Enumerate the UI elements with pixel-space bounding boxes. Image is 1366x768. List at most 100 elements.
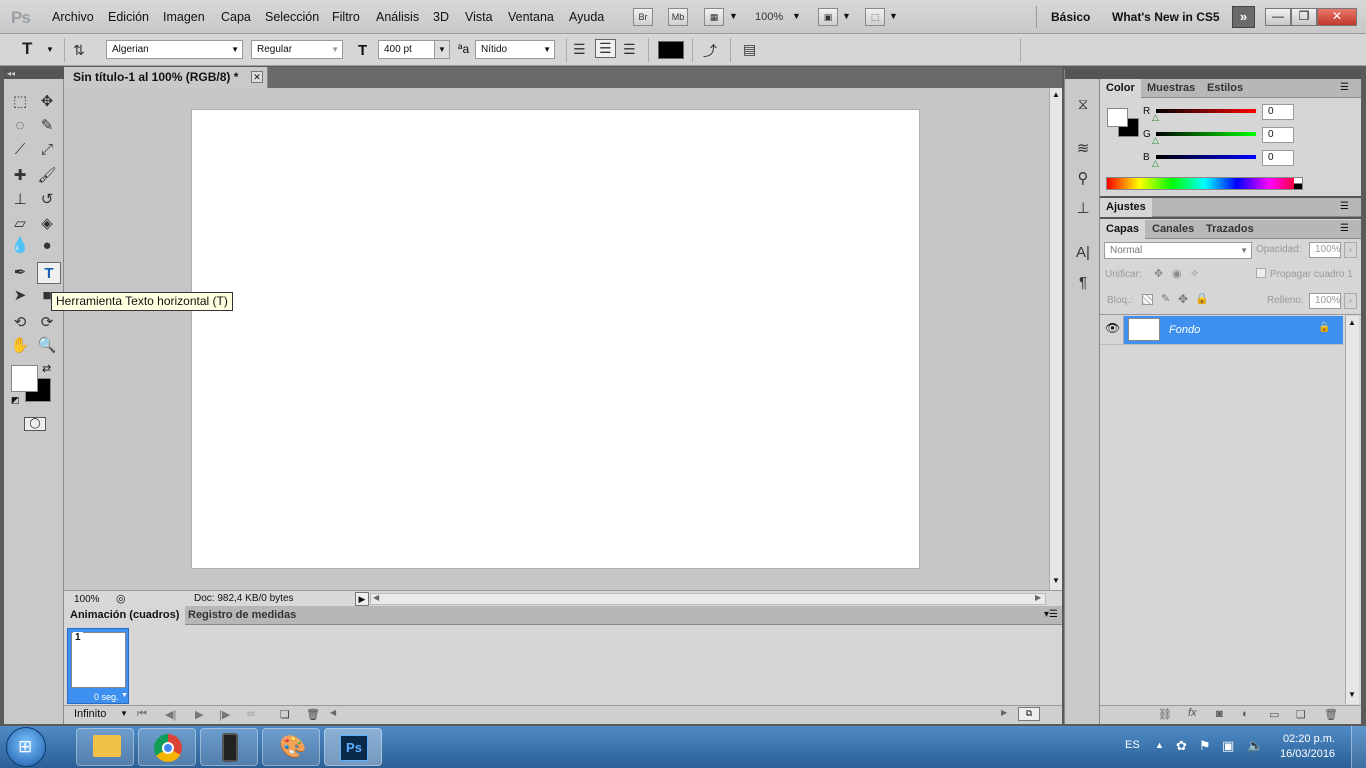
horizontal-type-tool-icon[interactable]: T bbox=[37, 262, 61, 284]
tab-animacion[interactable]: Animación (cuadros) bbox=[64, 606, 186, 625]
mini-bridge-button[interactable]: Mb bbox=[668, 8, 688, 26]
new-layer-icon[interactable]: ❏ bbox=[1296, 708, 1306, 721]
panel-menu-icon[interactable]: ☰ bbox=[1340, 201, 1349, 212]
menu-edicion[interactable]: Edición bbox=[108, 10, 149, 24]
status-menu-arrow-icon[interactable]: ▶ bbox=[355, 592, 369, 606]
font-size-input[interactable]: 400 pt ▼ bbox=[378, 40, 450, 59]
zoom-tool-icon[interactable]: 🔍 bbox=[35, 335, 59, 357]
taskbar-explorer[interactable] bbox=[76, 728, 134, 766]
character-panel-icon[interactable]: ▤ bbox=[743, 41, 756, 58]
panel-menu-icon[interactable]: ☰ bbox=[1340, 223, 1349, 234]
layer-row-fondo[interactable]: Fondo 🔒 bbox=[1124, 316, 1343, 344]
document-canvas[interactable] bbox=[191, 109, 920, 569]
start-button[interactable]: ⊞ bbox=[6, 727, 46, 767]
pen-tool-icon[interactable]: ✒ bbox=[8, 262, 32, 284]
taskbar-photoshop[interactable]: Ps bbox=[324, 728, 382, 766]
adjustment-layer-icon[interactable]: ◐ bbox=[1242, 708, 1249, 720]
foreground-color-swatch[interactable] bbox=[1107, 108, 1128, 127]
panel-menu-icon[interactable]: ▾☰ bbox=[1044, 609, 1058, 620]
clone-source-icon[interactable]: ⚲ bbox=[1073, 169, 1093, 189]
blur-tool-icon[interactable]: 💧 bbox=[8, 235, 32, 257]
menu-vista[interactable]: Vista bbox=[465, 10, 493, 24]
action-center-flag-icon[interactable]: ⚑ bbox=[1199, 738, 1211, 754]
menu-analisis[interactable]: Análisis bbox=[376, 10, 419, 24]
taskbar-paint[interactable]: 🎨 bbox=[262, 728, 320, 766]
taskbar-phone-app[interactable] bbox=[200, 728, 258, 766]
eraser-tool-icon[interactable]: ▱ bbox=[8, 213, 32, 235]
convert-to-timeline-icon[interactable]: ⧉ bbox=[1018, 707, 1040, 721]
close-button[interactable]: ✕ bbox=[1317, 8, 1357, 26]
new-group-icon[interactable]: ▭ bbox=[1269, 708, 1279, 721]
dodge-tool-icon[interactable]: ● bbox=[35, 235, 59, 257]
lock-position-icon[interactable]: ✥ bbox=[1178, 292, 1188, 306]
history-brush-tool-icon[interactable]: ↺ bbox=[35, 189, 59, 211]
layers-scrollbar[interactable]: ▲ ▼ bbox=[1345, 316, 1359, 704]
marquee-tool-icon[interactable]: ⬚ bbox=[8, 91, 32, 113]
scroll-left-icon[interactable]: ◀ bbox=[373, 593, 379, 602]
brush-presets-icon[interactable]: ≋ bbox=[1073, 139, 1093, 159]
menu-ventana[interactable]: Ventana bbox=[508, 10, 554, 24]
toggle-text-orientation-icon[interactable]: ⇅ bbox=[73, 42, 85, 59]
language-indicator[interactable]: ES bbox=[1125, 739, 1140, 751]
add-mask-icon[interactable]: ◙ bbox=[1216, 708, 1223, 720]
tool-preset-dropdown-icon[interactable]: ▼ bbox=[46, 45, 54, 54]
clock-time[interactable]: 02:20 p.m. bbox=[1283, 733, 1335, 745]
default-colors-icon[interactable]: ◩ bbox=[11, 395, 20, 406]
link-layers-icon[interactable]: ⛓ bbox=[1158, 708, 1172, 721]
tab-canales[interactable]: Canales bbox=[1146, 220, 1200, 239]
r-slider[interactable] bbox=[1156, 109, 1256, 113]
delete-layer-icon[interactable]: 🗑 bbox=[1324, 708, 1338, 721]
text-color-swatch[interactable] bbox=[658, 41, 684, 59]
screen-mode-dropdown-icon[interactable]: ▼ bbox=[889, 11, 898, 21]
layer-name[interactable]: Fondo bbox=[1169, 324, 1200, 336]
healing-brush-tool-icon[interactable]: ✚ bbox=[8, 165, 32, 187]
menu-imagen[interactable]: Imagen bbox=[163, 10, 205, 24]
swap-colors-icon[interactable]: ⇄ bbox=[42, 362, 51, 375]
character-icon[interactable]: A| bbox=[1073, 243, 1093, 263]
r-value-input[interactable]: 0 bbox=[1262, 104, 1294, 120]
minimize-button[interactable]: — bbox=[1265, 8, 1291, 26]
extras-menu-icon[interactable]: ▦ bbox=[704, 8, 724, 26]
crop-tool-icon[interactable]: ⟋ bbox=[8, 139, 32, 161]
paragraph-icon[interactable]: ¶ bbox=[1073, 273, 1093, 293]
play-icon[interactable]: ▶ bbox=[195, 708, 203, 721]
status-options-icon[interactable]: ◎ bbox=[116, 592, 126, 605]
tab-capas[interactable]: Capas bbox=[1100, 220, 1146, 239]
tab-ajustes[interactable]: Ajustes bbox=[1100, 198, 1152, 217]
history-panel-icon[interactable]: ⧖ bbox=[1073, 95, 1093, 115]
tray-app-icon[interactable]: ✿ bbox=[1176, 738, 1187, 754]
arrange-documents-icon[interactable]: ▣ bbox=[818, 8, 838, 26]
antialias-select[interactable]: Nítido ▼ bbox=[475, 40, 555, 59]
align-center-icon[interactable]: ☰ bbox=[595, 39, 616, 58]
3d-orbit-tool-icon[interactable]: ⟳ bbox=[35, 312, 59, 334]
r-slider-handle-icon[interactable]: △ bbox=[1152, 112, 1159, 123]
tab-muestras[interactable]: Muestras bbox=[1141, 79, 1201, 98]
quick-selection-tool-icon[interactable]: ✎ bbox=[35, 115, 59, 137]
lock-transparent-icon[interactable] bbox=[1142, 294, 1153, 305]
menu-filtro[interactable]: Filtro bbox=[332, 10, 360, 24]
scroll-right-icon[interactable]: ▶ bbox=[1001, 708, 1007, 717]
scroll-up-icon[interactable]: ▲ bbox=[1348, 318, 1356, 327]
b-slider[interactable] bbox=[1156, 155, 1256, 159]
network-icon[interactable]: ▣ bbox=[1222, 738, 1234, 754]
animation-frame-1[interactable]: 1 0 seg. ▼ bbox=[67, 628, 129, 704]
workspace-whats-new[interactable]: What's New in CS5 bbox=[1112, 10, 1220, 24]
g-slider-handle-icon[interactable]: △ bbox=[1152, 135, 1159, 146]
duplicate-frame-icon[interactable]: ❏ bbox=[280, 708, 290, 721]
horizontal-scrollbar[interactable]: ◀ ▶ bbox=[370, 593, 1046, 605]
frame-delay-dropdown-icon[interactable]: ▼ bbox=[121, 692, 128, 699]
unify-position-icon[interactable]: ✥ bbox=[1154, 267, 1163, 280]
panel-menu-icon[interactable]: ☰ bbox=[1340, 82, 1349, 93]
tab-color[interactable]: Color bbox=[1100, 79, 1141, 98]
menu-ayuda[interactable]: Ayuda bbox=[569, 10, 604, 24]
scroll-up-icon[interactable]: ▲ bbox=[1052, 90, 1060, 99]
move-tool-icon[interactable]: ✥ bbox=[35, 91, 59, 113]
extras-dropdown-icon[interactable]: ▼ bbox=[729, 11, 738, 21]
fill-slider-icon[interactable]: › bbox=[1344, 293, 1357, 309]
menu-seleccion[interactable]: Selección bbox=[265, 10, 319, 24]
quick-mask-icon[interactable]: ◯ bbox=[24, 417, 46, 431]
lock-image-icon[interactable]: ✎ bbox=[1161, 292, 1170, 305]
font-family-select[interactable]: Algerian ▼ bbox=[106, 40, 243, 59]
next-frame-icon[interactable]: |▶ bbox=[219, 708, 230, 721]
bridge-button[interactable]: Br bbox=[633, 8, 653, 26]
